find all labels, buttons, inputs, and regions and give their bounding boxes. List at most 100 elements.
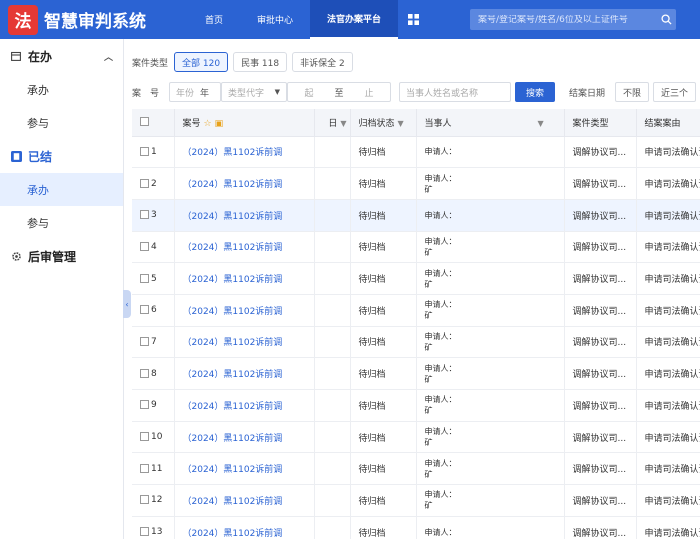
date-last-three-button[interactable]: 近三个 <box>653 82 697 102</box>
case-number-cell[interactable]: （2024）黑1102诉前调 <box>174 294 315 327</box>
row-checkbox[interactable] <box>140 368 149 378</box>
filter-icon[interactable]: ▼ <box>340 119 346 128</box>
row-select-cell[interactable]: 9 <box>132 389 175 422</box>
row-select-cell[interactable]: 6 <box>132 294 175 327</box>
grid-icon[interactable] <box>398 0 428 39</box>
case-number-link[interactable]: （2024）黑1102诉前调 <box>183 212 283 222</box>
filter-icon[interactable]: ▼ <box>398 119 404 128</box>
row-checkbox[interactable] <box>140 241 149 251</box>
table-row[interactable]: 13 （2024）黑1102诉前调 待归档申请人： 调解协议司...申请司法确认调 <box>132 516 700 539</box>
date-unlimited-button[interactable]: 不限 <box>615 82 650 102</box>
nav-judge-platform[interactable]: 法官办案平台 <box>310 0 399 39</box>
star-icon[interactable]: ☆ <box>204 119 212 129</box>
table-row[interactable]: 7（2024）黑1102诉前调待归档申请人：矿调解协议司...申请司法确认调 <box>132 326 700 359</box>
header-party[interactable]: 当事人 ▼ <box>416 109 565 137</box>
case-number-link[interactable]: （2024）黑1102诉前调 <box>183 497 283 507</box>
row-checkbox[interactable] <box>140 146 149 156</box>
case-number-link[interactable]: （2024）黑1102诉前调 <box>183 180 283 190</box>
row-checkbox[interactable] <box>140 336 149 346</box>
case-number-cell[interactable]: （2024）黑1102诉前调 <box>174 452 315 486</box>
case-number-cell[interactable]: （2024）黑1102诉前调 <box>174 326 315 359</box>
header-select-all[interactable] <box>132 109 175 137</box>
row-select-cell[interactable]: 7 <box>132 326 175 359</box>
global-search-input[interactable] <box>470 14 656 25</box>
case-number-link[interactable]: （2024）黑1102诉前调 <box>183 529 283 539</box>
row-checkbox[interactable] <box>140 273 149 283</box>
table-row[interactable]: 1 （2024）黑1102诉前调 待归档申请人： 调解协议司...申请司法确认调 <box>132 136 700 169</box>
case-number-link[interactable]: （2024）黑1102诉前调 <box>183 148 283 158</box>
header-case-type[interactable]: 案件类型 <box>564 109 637 137</box>
case-number-link[interactable]: （2024）黑1102诉前调 <box>183 370 283 380</box>
search-button[interactable]: 搜索 <box>515 82 556 102</box>
chip-all[interactable]: 全部 120 <box>174 52 229 72</box>
table-row[interactable]: 8（2024）黑1102诉前调待归档申请人：矿调解协议司...申请司法确认调 <box>132 357 700 390</box>
nav-approval-center[interactable]: 审批中心 <box>240 0 310 39</box>
case-number-cell[interactable]: （2024）黑1102诉前调 <box>174 199 315 232</box>
row-checkbox[interactable] <box>140 178 149 188</box>
type-code-select[interactable]: 类型代字 ▼ <box>221 82 288 102</box>
case-number-cell[interactable]: （2024）黑1102诉前调 <box>174 421 315 454</box>
table-row[interactable]: 5（2024）黑1102诉前调待归档申请人：矿调解协议司...申请司法确认调 <box>132 262 700 295</box>
row-select-cell[interactable]: 5 <box>132 262 175 295</box>
row-select-cell[interactable]: 3 <box>132 199 175 232</box>
number-range-input[interactable]: 起 至 止 <box>287 82 392 102</box>
row-select-cell[interactable]: 4 <box>132 231 175 264</box>
case-number-link[interactable]: （2024）黑1102诉前调 <box>183 434 283 444</box>
row-select-cell[interactable]: 1 <box>132 136 175 169</box>
table-row[interactable]: 9（2024）黑1102诉前调待归档申请人：矿调解协议司...申请司法确认调 <box>132 389 700 422</box>
sidebar-item-undertake[interactable]: 承办 <box>0 73 123 106</box>
row-select-cell[interactable]: 12 <box>132 484 175 517</box>
row-checkbox[interactable] <box>140 210 149 220</box>
sidebar-collapse-handle[interactable]: ‹ <box>123 290 131 318</box>
table-row[interactable]: 11（2024）黑1102诉前调待归档申请人：矿调解协议司...申请司法确认调 <box>132 452 700 486</box>
row-checkbox[interactable] <box>140 527 149 537</box>
row-select-cell[interactable]: 8 <box>132 357 175 390</box>
select-all-checkbox[interactable] <box>140 117 149 127</box>
case-number-cell[interactable]: （2024）黑1102诉前调 <box>174 262 315 295</box>
row-select-cell[interactable]: 13 <box>132 516 175 539</box>
case-number-cell[interactable]: （2024）黑1102诉前调 <box>174 136 315 169</box>
row-checkbox[interactable] <box>140 495 149 505</box>
sidebar-item-participate-closed[interactable]: 参与 <box>0 206 123 239</box>
chip-civil[interactable]: 民事 118 <box>233 52 288 72</box>
party-name-input[interactable]: 当事人姓名或名称 <box>399 82 512 102</box>
table-row[interactable]: 2（2024）黑1102诉前调待归档申请人：矿调解协议司...申请司法确认调 <box>132 167 700 200</box>
case-number-link[interactable]: （2024）黑1102诉前调 <box>183 307 283 317</box>
header-date[interactable]: 日 ▼ <box>314 109 351 137</box>
sidebar-group-closed[interactable]: 已结 <box>0 139 123 173</box>
case-number-cell[interactable]: （2024）黑1102诉前调 <box>174 484 315 517</box>
table-row[interactable]: 12（2024）黑1102诉前调待归档申请人：矿调解协议司...申请司法确认调 <box>132 484 700 517</box>
case-number-cell[interactable]: （2024）黑1102诉前调 <box>174 167 315 200</box>
sidebar-item-undertake-closed[interactable]: 承办 <box>0 173 123 206</box>
filter-icon[interactable]: ▼ <box>538 119 544 128</box>
header-close-reason[interactable]: 结案案由 <box>636 109 700 137</box>
case-number-link[interactable]: （2024）黑1102诉前调 <box>183 243 283 253</box>
header-archive-status[interactable]: 归档状态 ▼ <box>350 109 417 137</box>
case-number-cell[interactable]: （2024）黑1102诉前调 <box>174 357 315 390</box>
table-row[interactable]: 4（2024）黑1102诉前调待归档申请人：矿调解协议司...申请司法确认调 <box>132 231 700 264</box>
chip-non-litigation[interactable]: 非诉保全 2 <box>292 52 353 72</box>
sidebar-item-participate[interactable]: 参与 <box>0 106 123 139</box>
table-row[interactable]: 10（2024）黑1102诉前调待归档申请人：矿调解协议司...申请司法确认调 <box>132 421 700 454</box>
row-select-cell[interactable]: 2 <box>132 167 175 200</box>
table-row[interactable]: 3 （2024）黑1102诉前调 待归档申请人： 调解协议司...申请司法确认调 <box>132 199 700 232</box>
case-number-link[interactable]: （2024）黑1102诉前调 <box>183 465 283 475</box>
case-number-cell[interactable]: （2024）黑1102诉前调 <box>174 231 315 264</box>
case-number-link[interactable]: （2024）黑1102诉前调 <box>183 402 283 412</box>
year-input[interactable]: 年份 年 <box>169 82 222 102</box>
row-checkbox[interactable] <box>140 432 149 442</box>
sidebar-group-post-review[interactable]: 后审管理 <box>0 239 123 273</box>
case-number-cell[interactable]: （2024）黑1102诉前调 <box>174 389 315 422</box>
search-icon[interactable] <box>656 10 676 30</box>
table-row[interactable]: 6（2024）黑1102诉前调待归档申请人：矿调解协议司...申请司法确认调 <box>132 294 700 327</box>
row-checkbox[interactable] <box>140 463 149 473</box>
row-select-cell[interactable]: 10 <box>132 421 175 454</box>
header-case-no[interactable]: 案号 ☆ ▣ <box>174 109 315 137</box>
case-number-link[interactable]: （2024）黑1102诉前调 <box>183 275 283 285</box>
sidebar-group-in-progress[interactable]: 在办 ︿ <box>0 39 123 73</box>
nav-home[interactable]: 首页 <box>188 0 240 39</box>
case-number-link[interactable]: （2024）黑1102诉前调 <box>183 338 283 348</box>
row-select-cell[interactable]: 11 <box>132 452 175 486</box>
row-checkbox[interactable] <box>140 400 149 410</box>
case-number-cell[interactable]: （2024）黑1102诉前调 <box>174 516 315 539</box>
